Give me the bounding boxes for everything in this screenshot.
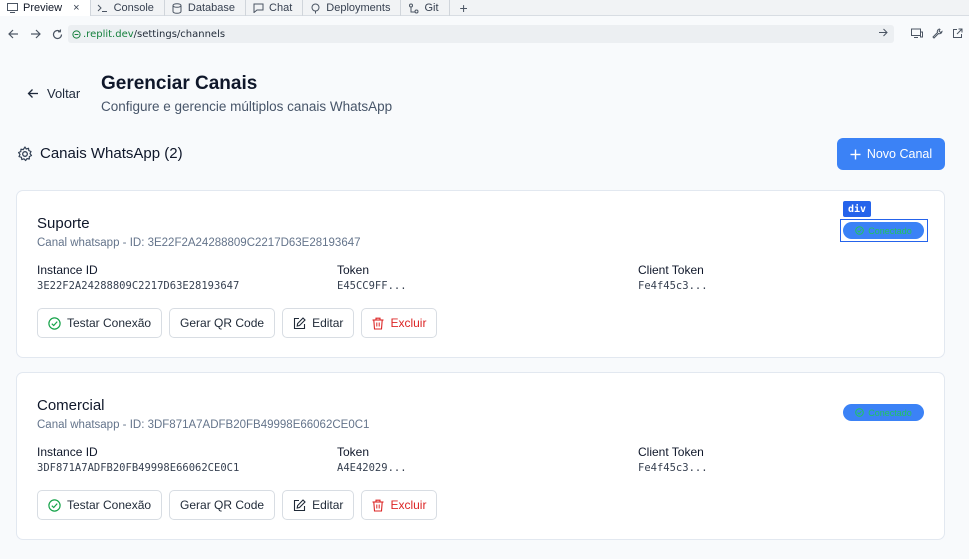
delete-label: Excluir — [390, 498, 427, 512]
tab-chat[interactable]: Chat — [246, 0, 304, 16]
edit-button[interactable]: Editar — [282, 308, 355, 338]
trash-icon — [372, 317, 384, 330]
channel-name: Comercial — [37, 397, 105, 414]
trash-icon — [372, 499, 384, 512]
test-connection-button[interactable]: Testar Conexão — [37, 308, 163, 338]
client-token-label: Client Token — [638, 263, 704, 277]
section-title-text: Canais WhatsApp (2) — [40, 145, 183, 162]
instance-id-value: 3DF871A7ADFB20FB49998E66062CE0C1 — [37, 462, 240, 474]
inspector-tag-label: div — [843, 201, 872, 217]
delete-button[interactable]: Excluir — [361, 490, 438, 520]
tab-git[interactable]: Git — [401, 0, 450, 16]
tab-label: Preview — [23, 2, 63, 14]
devices-icon[interactable] — [911, 26, 923, 44]
channel-card: Suporte Canal whatsapp - ID: 3E22F2A2428… — [16, 190, 945, 358]
edit-icon — [293, 316, 306, 330]
test-connection-label: Testar Conexão — [67, 498, 152, 512]
add-tab-button[interactable]: + — [450, 0, 478, 16]
inspector-highlight-box — [840, 219, 928, 242]
delete-label: Excluir — [390, 316, 427, 330]
client-token-label: Client Token — [638, 445, 704, 459]
edit-label: Editar — [312, 316, 344, 330]
external-link-icon[interactable] — [952, 26, 963, 44]
tab-preview[interactable]: Preview × — [0, 0, 91, 16]
monitor-icon — [6, 2, 18, 14]
client-token-value: Fe4f45c3... — [638, 462, 708, 474]
channel-name: Suporte — [37, 215, 90, 232]
back-label: Voltar — [47, 86, 81, 101]
tab-label: Deployments — [326, 2, 391, 14]
instance-id-value: 3E22F2A24288809C2217D63E28193647 — [37, 280, 240, 292]
lock-icon — [72, 29, 81, 39]
tab-database[interactable]: Database — [165, 0, 247, 16]
channel-card: Comercial Canal whatsapp - ID: 3DF871A7A… — [16, 372, 945, 540]
forward-arrow-icon[interactable] — [26, 29, 44, 39]
test-connection-label: Testar Conexão — [67, 316, 152, 330]
qr-code-label: Gerar QR Code — [180, 498, 265, 512]
url-field[interactable]: .replit.dev/settings/channels — [68, 25, 894, 43]
token-value: E45CC9FF... — [337, 280, 407, 292]
tab-label: Console — [113, 2, 154, 14]
address-bar-row: .replit.dev/settings/channels — [0, 22, 969, 46]
instance-id-label: Instance ID — [37, 263, 98, 277]
new-channel-label: Novo Canal — [866, 147, 933, 161]
check-circle-icon — [48, 316, 61, 330]
page-title: Gerenciar Canais — [101, 73, 258, 94]
new-channel-button[interactable]: Novo Canal — [837, 138, 945, 170]
status-badge: Conectado — [843, 404, 924, 421]
edit-button[interactable]: Editar — [282, 490, 355, 520]
card-actions: Testar Conexão Gerar QR Code Editar Excl… — [37, 490, 438, 520]
database-icon — [171, 2, 183, 14]
edit-label: Editar — [312, 498, 344, 512]
gear-icon — [17, 145, 33, 162]
chat-icon — [252, 2, 264, 14]
qr-code-button[interactable]: Gerar QR Code — [169, 490, 276, 520]
deploy-icon — [309, 2, 321, 14]
tab-label: Chat — [269, 2, 293, 14]
test-connection-button[interactable]: Testar Conexão — [37, 490, 163, 520]
channel-meta: Canal whatsapp - ID: 3E22F2A24288809C221… — [37, 237, 361, 249]
plus-icon — [850, 149, 861, 160]
url-toolbar — [911, 26, 963, 44]
close-icon[interactable]: × — [73, 2, 79, 14]
page-subtitle: Configure e gerencie múltiplos canais Wh… — [101, 99, 393, 114]
instance-id-label: Instance ID — [37, 445, 98, 459]
reload-icon[interactable] — [48, 28, 66, 40]
token-label: Token — [337, 263, 370, 277]
token-value: A4E42029... — [337, 462, 407, 474]
tab-console[interactable]: Console — [91, 0, 165, 16]
check-circle-icon — [48, 498, 61, 512]
git-icon — [407, 2, 419, 14]
delete-button[interactable]: Excluir — [361, 308, 438, 338]
token-label: Token — [337, 445, 370, 459]
wrench-icon[interactable] — [932, 26, 943, 44]
qr-code-label: Gerar QR Code — [180, 316, 265, 330]
channel-meta: Canal whatsapp - ID: 3DF871A7ADFB20FB499… — [37, 419, 370, 431]
arrow-left-icon — [27, 88, 39, 99]
client-token-value: Fe4f45c3... — [638, 280, 708, 292]
status-text: Conectado — [868, 407, 912, 418]
check-circle-icon — [855, 408, 865, 417]
tab-label: Git — [424, 2, 439, 14]
go-arrow-icon[interactable] — [878, 28, 888, 37]
edit-icon — [293, 498, 306, 512]
back-arrow-icon[interactable] — [4, 29, 22, 39]
section-title: Canais WhatsApp (2) — [17, 145, 183, 162]
tab-deployments[interactable]: Deployments — [303, 0, 402, 16]
url-host: .replit.dev — [83, 28, 134, 40]
card-actions: Testar Conexão Gerar QR Code Editar Excl… — [37, 308, 438, 338]
browser-tab-bar: Preview × Console Database Chat Deployme… — [0, 0, 969, 16]
tab-label: Database — [187, 2, 236, 14]
terminal-icon — [97, 2, 109, 14]
qr-code-button[interactable]: Gerar QR Code — [169, 308, 276, 338]
url-path: /settings/channels — [133, 28, 226, 40]
back-button[interactable]: Voltar — [27, 86, 80, 101]
